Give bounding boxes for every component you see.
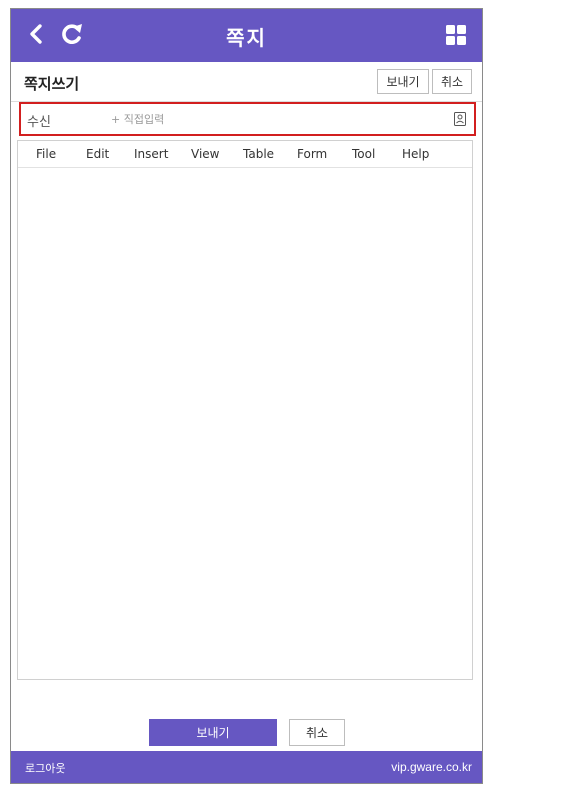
page-title: 쪽지 xyxy=(226,26,267,50)
cancel-button-top[interactable]: 취소 xyxy=(432,69,472,94)
menu-edit[interactable]: Edit xyxy=(86,147,109,161)
recipient-input[interactable] xyxy=(111,109,431,129)
menu-insert[interactable]: Insert xyxy=(134,147,168,161)
grid-menu-icon[interactable] xyxy=(446,25,466,45)
editor-content-area[interactable] xyxy=(18,169,472,679)
menu-help[interactable]: Help xyxy=(402,147,429,161)
menu-tool[interactable]: Tool xyxy=(352,147,375,161)
send-button[interactable]: 보내기 xyxy=(149,719,277,746)
cancel-button[interactable]: 취소 xyxy=(289,719,345,746)
menu-view[interactable]: View xyxy=(191,147,219,161)
compose-header: 쪽지쓰기 보내기 취소 xyxy=(11,62,482,102)
site-domain: vip.gware.co.kr xyxy=(391,760,472,774)
compose-title: 쪽지쓰기 xyxy=(24,75,80,93)
recipient-label: 수신 xyxy=(27,115,51,130)
menu-form[interactable]: Form xyxy=(297,147,327,161)
editor-menubar: File Edit Insert View Table Form Tool He… xyxy=(18,141,472,168)
message-editor: File Edit Insert View Table Form Tool He… xyxy=(17,140,473,680)
menu-file[interactable]: File xyxy=(36,147,56,161)
address-book-icon[interactable] xyxy=(453,112,467,126)
recipient-field: 수신 xyxy=(19,102,476,136)
app-frame: 쪽지 쪽지쓰기 보내기 취소 수신 File Edit Insert View … xyxy=(10,8,483,784)
send-button-top[interactable]: 보내기 xyxy=(377,69,429,94)
menu-table[interactable]: Table xyxy=(243,147,274,161)
top-bar: 쪽지 xyxy=(11,9,482,62)
bottom-actions: 보내기 취소 xyxy=(11,719,482,749)
logout-link[interactable]: 로그아웃 xyxy=(25,760,65,776)
footer: 로그아웃 vip.gware.co.kr xyxy=(11,751,482,783)
